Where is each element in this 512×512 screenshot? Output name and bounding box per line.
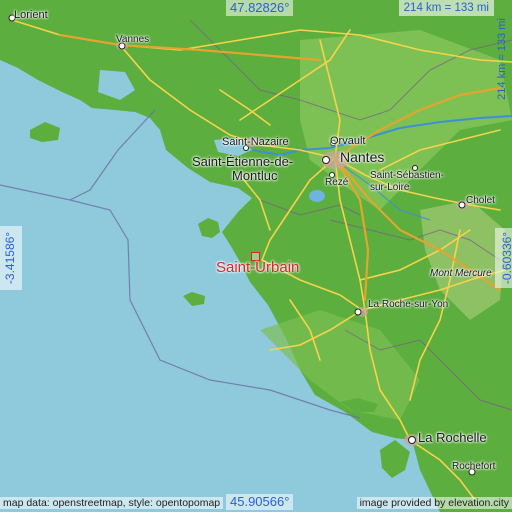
longitude-right: -0.60336° xyxy=(495,228,512,288)
place-saint-nazaire[interactable]: Saint-Nazaire xyxy=(222,136,289,148)
place-vannes[interactable]: Vannes xyxy=(116,34,149,45)
place-la-roche-sur-yon[interactable]: La Roche-sur-Yon xyxy=(368,299,448,310)
place-orvault[interactable]: Orvault xyxy=(330,135,365,147)
place-cholet[interactable]: Cholet xyxy=(466,195,495,206)
place-saint-sebastien[interactable]: Saint-Sébastien- xyxy=(370,170,444,181)
lake-grand-lieu xyxy=(309,190,325,202)
place-montluc[interactable]: Montluc xyxy=(232,168,278,183)
longitude-left-text: -3.41586° xyxy=(3,231,17,285)
place-saint-urbain[interactable]: Saint-Urbain xyxy=(216,259,299,276)
longitude-right-text: -0.60336° xyxy=(500,231,512,285)
longitude-left: -3.41586° xyxy=(0,226,22,290)
place-sur-loire[interactable]: sur-Loire xyxy=(370,182,409,193)
place-mont-mercure[interactable]: Mont Mercure xyxy=(430,268,492,279)
place-la-rochelle[interactable]: La Rochelle xyxy=(418,430,487,445)
scale-vertical-text: 214 km = 133 mi xyxy=(496,18,508,100)
place-nantes[interactable]: Nantes xyxy=(340,149,384,165)
latitude-top: 47.82826° xyxy=(226,0,294,16)
place-saint-etienne[interactable]: Saint-Étienne-de- xyxy=(192,154,293,169)
latitude-bottom: 45.90566° xyxy=(226,494,294,510)
scale-vertical: 214 km = 133 mi xyxy=(494,18,510,100)
place-lorient[interactable]: Lorient xyxy=(14,9,48,21)
place-reze[interactable]: Rezé xyxy=(325,177,348,188)
credit: image provided by elevation.city xyxy=(356,497,512,509)
scale-horizontal: 214 km = 133 mi xyxy=(398,0,494,16)
place-rochefort[interactable]: Rochefort xyxy=(452,461,495,472)
attribution: map data: openstreetmap, style: opentopo… xyxy=(0,497,224,509)
